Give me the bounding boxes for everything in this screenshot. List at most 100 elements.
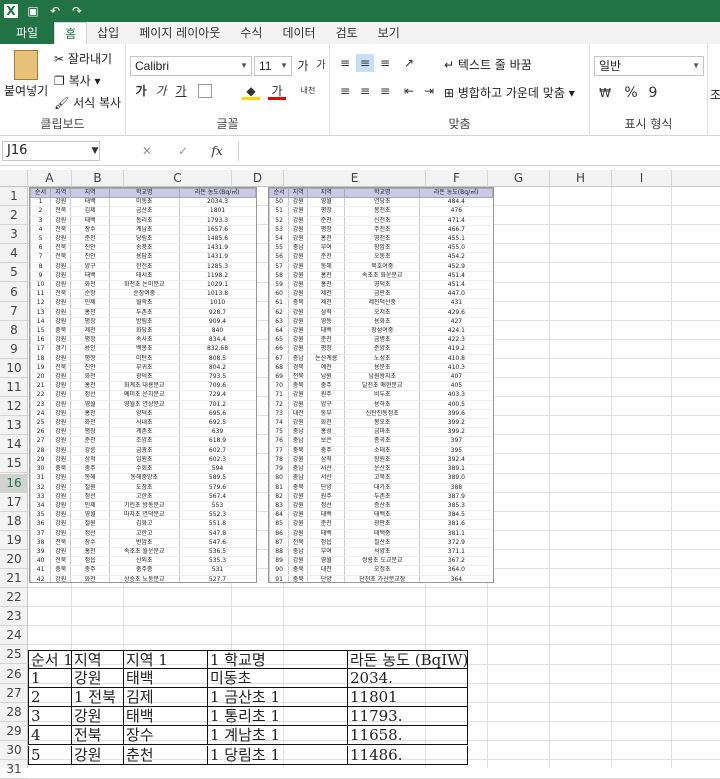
pasted-left-cell: 강원 xyxy=(50,492,71,502)
name-box-dropdown-icon[interactable]: ▼ xyxy=(86,142,104,160)
decrease-indent-icon[interactable]: ⇤ xyxy=(400,82,418,100)
row-header-3[interactable]: 3 xyxy=(0,225,28,245)
align-bottom-icon[interactable]: ≡ xyxy=(376,54,394,72)
column-header-E[interactable]: E xyxy=(284,170,426,187)
redo-icon[interactable]: ↷ xyxy=(70,4,84,18)
column-header-C[interactable]: C xyxy=(124,170,232,187)
fill-color-icon[interactable]: ◆ xyxy=(242,82,260,100)
comma-button[interactable]: 9 xyxy=(644,84,662,102)
tab-7[interactable]: 보기 xyxy=(368,22,410,44)
row-header-5[interactable]: 5 xyxy=(0,263,28,283)
row-header-31[interactable]: 31 xyxy=(0,760,28,779)
row-header-21[interactable]: 21 xyxy=(0,569,28,589)
enter-icon[interactable]: ✓ xyxy=(174,142,192,160)
row-header-22[interactable]: 22 xyxy=(0,588,28,608)
select-all-corner[interactable] xyxy=(0,170,28,187)
format-painter-button[interactable]: 🖌 서식 복사 xyxy=(54,94,121,111)
align-right-icon[interactable]: ≡ xyxy=(376,82,394,100)
align-middle-icon[interactable]: ≡ xyxy=(356,54,374,72)
italic-button[interactable]: 가 xyxy=(152,82,170,100)
tab-6[interactable]: 검토 xyxy=(326,22,368,44)
formula-input[interactable] xyxy=(238,141,720,161)
pasted-right-row: 86 강원 태백 태백중 381.1 xyxy=(269,529,493,539)
row-header-10[interactable]: 10 xyxy=(0,359,28,378)
pasted-image-right[interactable]: 순서 지역 지역 학교명 라돈 농도(Bq/㎥) 50 강원 영월 연당초 484.4 51 강원 평창… xyxy=(268,187,494,583)
percent-button[interactable]: % xyxy=(622,84,640,102)
column-header-H[interactable]: H xyxy=(550,170,612,187)
grow-font-button[interactable]: 가 xyxy=(294,57,312,75)
row-header-1[interactable]: 1 xyxy=(0,187,28,207)
font-size-combo[interactable]: 11 ▼ xyxy=(254,56,292,76)
row-header-29[interactable]: 29 xyxy=(0,722,28,741)
currency-icon[interactable]: ₩ xyxy=(596,84,614,102)
row-header-13[interactable]: 13 xyxy=(0,416,28,436)
copy-button[interactable]: ❐ 복사 ▾ xyxy=(54,72,101,89)
insert-function-icon[interactable]: fx xyxy=(208,142,226,160)
font-name-combo[interactable]: Calibri ▼ xyxy=(130,56,252,76)
row-header-19[interactable]: 19 xyxy=(0,531,28,550)
shrink-font-button[interactable]: 가 xyxy=(312,57,330,75)
cancel-icon[interactable]: ✕ xyxy=(138,142,156,160)
row-header-4[interactable]: 4 xyxy=(0,244,28,264)
pasted-right-cell: 강원 xyxy=(288,234,308,245)
tab-0[interactable]: 파일 xyxy=(0,22,55,44)
column-header-A[interactable]: A xyxy=(28,170,72,187)
row-header-16[interactable]: 16 xyxy=(0,473,28,493)
increase-indent-icon[interactable]: ⇥ xyxy=(420,82,438,100)
pasted-left-cell: 589.5 xyxy=(178,473,256,484)
pasted-image-left[interactable]: 순서 지역 지역 학교명 라돈 농도(Bq/㎥) 1 강원 태백 미동초 2034.3 2 전북 김제 금… xyxy=(29,187,257,583)
row-header-27[interactable]: 27 xyxy=(0,684,28,703)
column-header-D[interactable]: D xyxy=(232,170,284,187)
column-header-F[interactable]: F xyxy=(426,170,488,187)
underline-button[interactable]: 가 xyxy=(172,82,190,100)
number-format-combo[interactable]: 일반 ▼ xyxy=(594,56,704,76)
cut-button[interactable]: ✂ 잘라내기 xyxy=(54,50,112,67)
tab-1[interactable]: 홈 xyxy=(54,22,88,44)
row-header-7[interactable]: 7 xyxy=(0,302,28,321)
row-header-24[interactable]: 24 xyxy=(0,626,28,646)
row-header-25[interactable]: 25 xyxy=(0,645,28,665)
tab-3[interactable]: 페이지 레이아웃 xyxy=(129,22,230,44)
row-header-9[interactable]: 9 xyxy=(0,340,28,359)
row-header-20[interactable]: 20 xyxy=(0,550,28,569)
phonetic-button[interactable]: 내천 xyxy=(296,82,320,100)
pasted-right-cell: 410.8 xyxy=(419,354,493,364)
row-header-6[interactable]: 6 xyxy=(0,283,28,302)
row-header-15[interactable]: 15 xyxy=(0,454,28,474)
align-center-icon[interactable]: ≡ xyxy=(356,82,374,100)
tab-5[interactable]: 데이터 xyxy=(272,22,325,44)
tab-4[interactable]: 수식 xyxy=(230,22,272,44)
column-header-G[interactable]: G xyxy=(488,170,550,187)
paste-icon[interactable] xyxy=(14,50,38,80)
row-header-2[interactable]: 2 xyxy=(0,206,28,226)
row-header-28[interactable]: 28 xyxy=(0,703,28,722)
tab-2[interactable]: 삽입 xyxy=(87,22,129,44)
save-icon[interactable]: ▣ xyxy=(26,4,40,18)
font-color-button[interactable]: 가 xyxy=(268,82,286,100)
row-header-14[interactable]: 14 xyxy=(0,435,28,455)
pasted-right-cell: 춘천 xyxy=(307,252,345,263)
paste-button[interactable]: 붙여넣기 xyxy=(4,82,48,99)
row-header-8[interactable]: 8 xyxy=(0,321,28,340)
column-header-I[interactable]: I xyxy=(612,170,672,187)
column-header-B[interactable]: B xyxy=(72,170,124,187)
ocr-cell: 라돈 농도 (BqIW) xyxy=(348,650,468,669)
row-header-12[interactable]: 12 xyxy=(0,397,28,417)
orientation-icon[interactable]: ↗ xyxy=(400,54,418,72)
row-header-30[interactable]: 30 xyxy=(0,741,28,760)
row-header-26[interactable]: 26 xyxy=(0,665,28,684)
border-icon[interactable] xyxy=(198,84,212,98)
pasted-left-cell: 진안 xyxy=(70,363,110,374)
align-top-icon[interactable]: ≡ xyxy=(336,54,354,72)
formula-bar: J16 ▼ ✕ ✓ fx xyxy=(0,136,720,166)
wrap-text-button[interactable]: ↵ 텍스트 줄 바꿈 xyxy=(444,56,532,73)
align-left-icon[interactable]: ≡ xyxy=(336,82,354,100)
merge-center-button[interactable]: ⊞ 병합하고 가운데 맞춤 ▾ xyxy=(444,84,575,101)
row-header-17[interactable]: 17 xyxy=(0,493,28,512)
row-header-23[interactable]: 23 xyxy=(0,607,28,627)
pasted-right-cell: 고북초 xyxy=(344,473,420,484)
undo-icon[interactable]: ↶ xyxy=(48,4,62,18)
row-header-11[interactable]: 11 xyxy=(0,378,28,398)
bold-button[interactable]: 가 xyxy=(132,82,150,100)
row-header-18[interactable]: 18 xyxy=(0,512,28,531)
